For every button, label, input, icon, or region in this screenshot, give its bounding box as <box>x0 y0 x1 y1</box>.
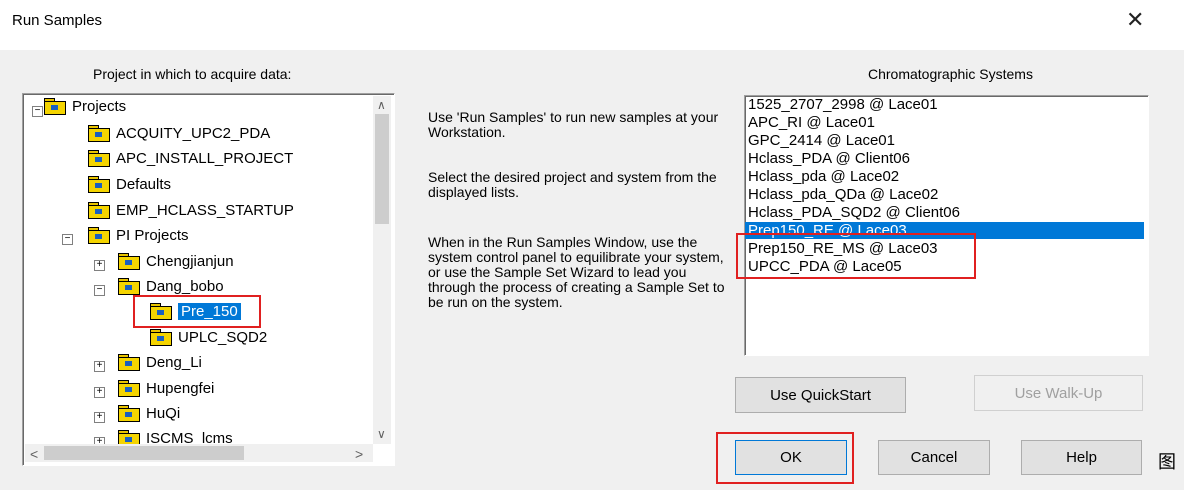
system-item[interactable]: Hclass_pda_QDa @ Lace02 <box>748 186 938 203</box>
tree-horizontal-scroll-thumb[interactable] <box>44 446 244 460</box>
folder-icon <box>88 202 110 219</box>
collapse-icon[interactable]: − <box>94 285 105 296</box>
help-button[interactable]: Help <box>1021 440 1142 475</box>
folder-icon <box>118 253 140 270</box>
folder-icon <box>118 278 140 295</box>
system-item[interactable]: Hclass_pda @ Lace02 <box>748 168 899 185</box>
folder-icon <box>150 329 172 346</box>
info-paragraph-2: Select the desired project and system fr… <box>428 169 717 200</box>
tree-item-label: Hupengfei <box>146 379 215 397</box>
system-item-selected[interactable]: Prep150_RE @ Lace03 <box>745 222 1144 239</box>
tree-item-label: Pre_150 <box>178 302 241 320</box>
expand-icon[interactable]: + <box>94 387 105 398</box>
scroll-up-icon[interactable]: ∧ <box>377 98 386 112</box>
folder-icon <box>88 227 110 244</box>
folder-icon <box>118 354 140 371</box>
expand-icon[interactable]: + <box>94 361 105 372</box>
project-list-label: Project in which to acquire data: <box>93 66 292 82</box>
ok-button[interactable]: OK <box>735 440 847 475</box>
tree-vertical-scroll-thumb[interactable] <box>375 114 389 224</box>
tree-item-label: Deng_Li <box>146 353 202 371</box>
scroll-right-icon[interactable]: > <box>355 446 363 462</box>
folder-icon <box>88 176 110 193</box>
tree-item-label: Projects <box>72 97 127 115</box>
scroll-down-icon[interactable]: ∨ <box>377 427 386 441</box>
folder-icon <box>88 150 110 167</box>
tree-item-deng-li[interactable]: Deng_Li <box>118 351 202 373</box>
info-paragraph-1: Use 'Run Samples' to run new samples at … <box>428 109 719 140</box>
tree-item-label: PI Projects <box>116 226 189 244</box>
tree-item-label: Dang_bobo <box>146 277 224 295</box>
project-tree-items: − Projects ACQUITY_UPC2_PDA APC_INSTALL_… <box>24 95 401 465</box>
system-item[interactable]: GPC_2414 @ Lace01 <box>748 132 895 149</box>
tree-item-pre-150[interactable]: Pre_150 <box>150 300 241 322</box>
systems-list-label: Chromatographic Systems <box>868 66 1033 82</box>
collapse-icon[interactable]: − <box>32 106 43 117</box>
system-item[interactable]: Hclass_PDA_SQD2 @ Client06 <box>748 204 960 221</box>
trailing-character: 图 <box>1158 452 1176 472</box>
folder-icon <box>44 98 66 115</box>
tree-item-acquity[interactable]: ACQUITY_UPC2_PDA <box>88 122 270 144</box>
system-item[interactable]: 1525_2707_2998 @ Lace01 <box>748 96 938 113</box>
use-walk-up-button[interactable]: Use Walk-Up <box>974 375 1143 411</box>
folder-icon <box>88 125 110 142</box>
tree-item-huqi[interactable]: HuQi <box>118 402 180 424</box>
tree-item-label: ACQUITY_UPC2_PDA <box>116 124 271 142</box>
tree-item-uplc-sqd2[interactable]: UPLC_SQD2 <box>150 326 267 348</box>
folder-icon <box>150 303 172 320</box>
expand-icon[interactable]: + <box>94 260 105 271</box>
tree-item-defaults[interactable]: Defaults <box>88 173 171 195</box>
tree-item-dang-bobo[interactable]: Dang_bobo <box>118 275 224 297</box>
tree-item-label: UPLC_SQD2 <box>178 328 268 346</box>
tree-item-emp-hclass[interactable]: EMP_HCLASS_STARTUP <box>88 199 294 221</box>
expand-icon[interactable]: + <box>94 412 105 423</box>
tree-item-label: HuQi <box>146 404 181 422</box>
tree-item-chengjianjun[interactable]: Chengjianjun <box>118 250 234 272</box>
use-quickstart-button[interactable]: Use QuickStart <box>735 377 906 413</box>
scroll-left-icon[interactable]: < <box>30 446 38 462</box>
tree-item-label: Defaults <box>116 175 172 193</box>
cancel-button[interactable]: Cancel <box>878 440 990 475</box>
info-paragraph-3: When in the Run Samples Window, use the … <box>428 234 725 310</box>
tree-item-pi-projects[interactable]: PI Projects <box>88 224 189 246</box>
tree-item-projects[interactable]: Projects <box>44 95 126 117</box>
tree-item-label: EMP_HCLASS_STARTUP <box>116 201 294 219</box>
tree-item-label: Chengjianjun <box>146 252 234 270</box>
system-item[interactable]: Hclass_PDA @ Client06 <box>748 150 910 167</box>
tree-item-apc-install[interactable]: APC_INSTALL_PROJECT <box>88 147 293 169</box>
folder-icon <box>118 380 140 397</box>
tree-item-hupengfei[interactable]: Hupengfei <box>118 377 214 399</box>
system-item[interactable]: Prep150_RE_MS @ Lace03 <box>748 240 938 257</box>
system-item[interactable]: UPCC_PDA @ Lace05 <box>748 258 902 275</box>
collapse-icon[interactable]: − <box>62 234 73 245</box>
tree-item-label: APC_INSTALL_PROJECT <box>116 149 294 167</box>
system-item[interactable]: APC_RI @ Lace01 <box>748 114 875 131</box>
window-title: Run Samples <box>12 12 103 29</box>
close-icon[interactable]: ✕ <box>1126 9 1144 31</box>
folder-icon <box>118 405 140 422</box>
